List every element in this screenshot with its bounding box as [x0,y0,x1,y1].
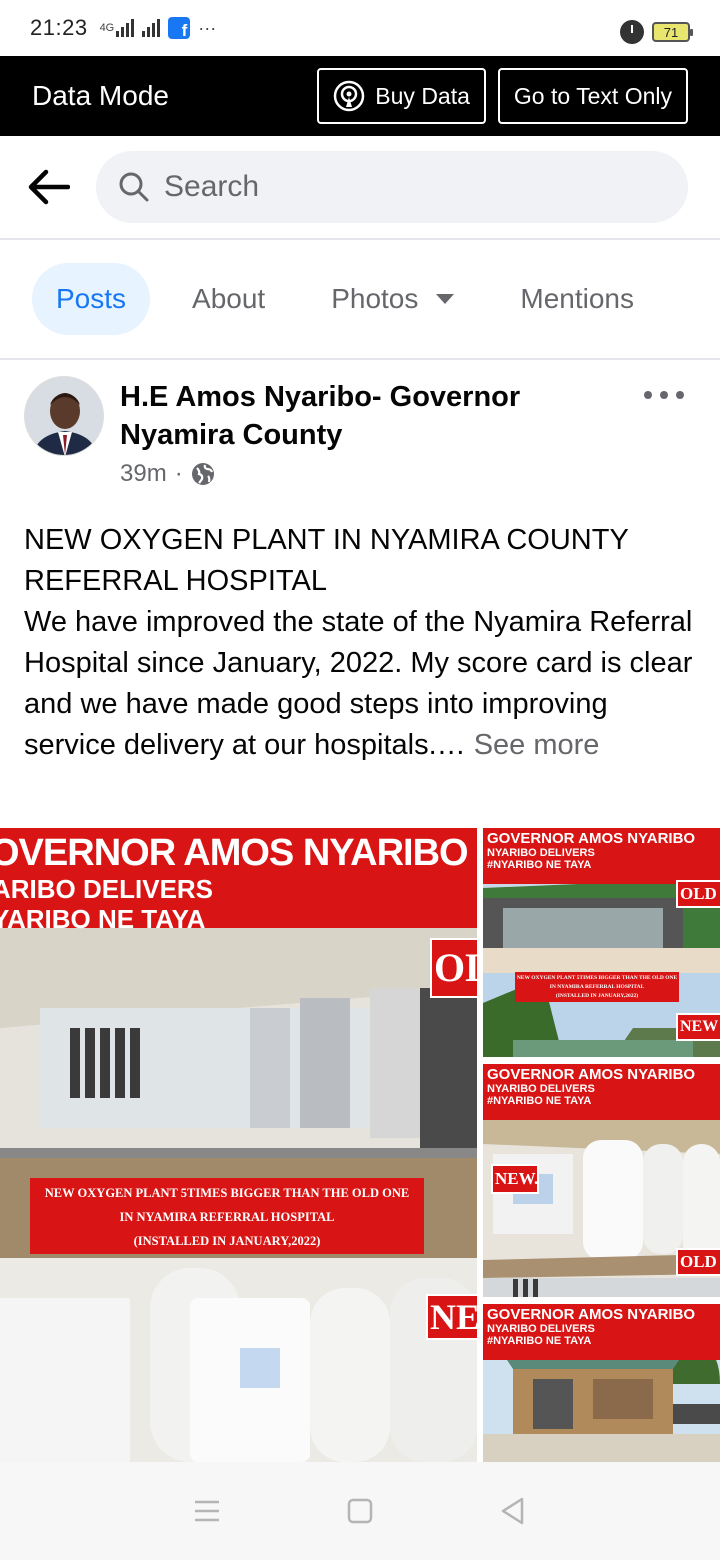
caption-line-3: (INSTALLED IN JANUARY,2022) [555,993,639,999]
more-dot-icon [644,391,652,399]
banner-hashtag: YARIBO NE TAYA [0,904,206,934]
tab-photos-label: Photos [331,283,419,314]
search-input[interactable] [164,170,644,204]
tab-posts[interactable]: Posts [32,263,151,335]
caption-line-2: IN NYAMIRA REFERRAL HOSPITAL [549,984,645,990]
status-bar: 21:23 4G f ··· 71 [0,0,720,56]
post-more-options-button[interactable] [644,380,684,410]
more-dot-icon [676,391,684,399]
post-text-body-wrap: We have improved the state of the Nyamir… [24,602,696,766]
data-mode-title: Data Mode [32,80,169,111]
tab-mentions[interactable]: Mentions [496,263,658,335]
more-notifications-icon: ··· [198,17,217,38]
banner-subtitle: NYARIBO DELIVERS [487,1323,595,1335]
new-tag: NE [426,1294,477,1340]
menu-lines-icon [194,1500,219,1522]
battery-level: 71 [663,24,679,40]
post-header: H.E Amos Nyaribo- Governor Nyamira Count… [24,376,696,496]
android-nav-bar [0,1462,720,1560]
banner-subtitle: ARIBO DELIVERS [0,874,214,904]
profile-tabs: Posts About Photos Mentions [0,240,720,360]
tab-mentions-label: Mentions [520,283,634,314]
photo-caption: NEW OXYGEN PLANT 5TIMES BIGGER THAN THE … [515,972,679,1002]
author-avatar[interactable] [24,376,104,456]
banner-title: GOVERNOR AMOS NYARIBO [487,1066,696,1083]
tab-about-label: About [192,283,266,314]
search-header [0,136,720,240]
post-photo-3[interactable]: GOVERNOR AMOS NYARIBO NYARIBO DELIVERS #… [483,1064,720,1297]
buy-data-label: Buy Data [375,82,470,109]
search-icon [119,172,149,202]
signal-icon [116,19,135,37]
see-more-link[interactable]: See more [474,729,600,761]
banner-subtitle: NYARIBO DELIVERS [487,847,595,859]
banner-subtitle: NYARIBO DELIVERS [487,1083,595,1095]
tab-about[interactable]: About [168,263,289,335]
broadcast-icon [334,80,365,112]
post-meta: 39m · [120,460,215,488]
photo-banner: GOVERNOR AMOS NYARIBO NYARIBO DELIVERS #… [483,828,720,884]
old-tag: OLD [676,880,720,908]
banner-title: OVERNOR AMOS NYARIBO [0,832,469,874]
status-time: 21:23 [30,15,88,40]
meta-dot: · [174,460,183,487]
old-tag: OLD [676,1248,720,1276]
globe-icon [191,463,214,485]
home-square-icon [347,1498,373,1524]
old-tag: OL [430,938,477,998]
new-tag: NEW. [491,1164,539,1194]
photo-banner: GOVERNOR AMOS NYARIBO NYARIBO DELIVERS #… [483,1064,720,1120]
caption-line-2: IN NYAMIRA REFERRAL HOSPITAL [119,1210,335,1224]
photo-caption: NEW OXYGEN PLANT 5TIMES BIGGER THAN THE … [30,1178,424,1254]
back-nav-button[interactable] [493,1491,533,1531]
text-only-button[interactable]: Go to Text Only [497,68,688,124]
post-photo-grid: OVERNOR AMOS NYARIBO ARIBO DELIVERS YARI… [0,828,720,1462]
banner-hashtag: #NYARIBO NE TAYA [487,1335,592,1347]
alarm-icon [620,20,644,44]
facebook-notification-icon: f [168,17,191,39]
signal-2-icon [142,19,161,37]
post-author[interactable]: H.E Amos Nyaribo- Governor Nyamira Count… [120,378,630,454]
caption-line-3: (INSTALLED IN JANUARY,2022) [133,1234,321,1248]
home-button[interactable] [340,1491,380,1531]
post-photo-1[interactable]: OVERNOR AMOS NYARIBO ARIBO DELIVERS YARI… [0,828,477,1462]
caption-line-1: NEW OXYGEN PLANT 5TIMES BIGGER THAN THE … [44,1186,410,1200]
photo-banner: GOVERNOR AMOS NYARIBO NYARIBO DELIVERS #… [483,1304,720,1360]
post-text-heading: NEW OXYGEN PLANT IN NYAMIRA COUNTY REFER… [24,524,629,597]
caption-line-1: NEW OXYGEN PLANT 5TIMES BIGGER THAN THE … [516,975,678,981]
text-only-label: Go to Text Only [513,82,672,109]
post-photo-4[interactable]: GOVERNOR AMOS NYARIBO NYARIBO DELIVERS #… [483,1304,720,1462]
banner-title: GOVERNOR AMOS NYARIBO [487,830,696,847]
avatar-image [25,377,103,455]
buy-data-button[interactable]: Buy Data [317,68,486,124]
new-tag: NEW [676,1013,720,1041]
battery-icon: 71 [652,22,693,42]
banner-title: GOVERNOR AMOS NYARIBO [487,1306,696,1323]
back-arrow-icon [28,169,70,205]
back-button[interactable] [24,163,72,211]
status-icons: 4G f ··· [99,17,217,39]
banner-hashtag: #NYARIBO NE TAYA [487,1095,592,1107]
photo-banner: OVERNOR AMOS NYARIBO ARIBO DELIVERS YARI… [0,828,477,934]
banner-hashtag: #NYARIBO NE TAYA [487,859,592,871]
tab-photos[interactable]: Photos [307,263,478,335]
caret-down-icon [436,294,455,304]
post-time[interactable]: 39m [120,460,167,488]
status-right: 71 [620,20,693,44]
back-triangle-icon [502,1497,524,1525]
search-box[interactable] [96,151,688,223]
network-type-label: 4G [99,22,115,34]
post-photo-2[interactable]: GOVERNOR AMOS NYARIBO NYARIBO DELIVERS #… [483,828,720,1057]
data-mode-bar: Data Mode Buy Data Go to Text Only [0,56,720,136]
more-dot-icon [660,391,668,399]
recent-apps-button[interactable] [187,1491,227,1531]
tab-posts-label: Posts [56,283,127,314]
post-text: NEW OXYGEN PLANT IN NYAMIRA COUNTY REFER… [24,520,696,766]
